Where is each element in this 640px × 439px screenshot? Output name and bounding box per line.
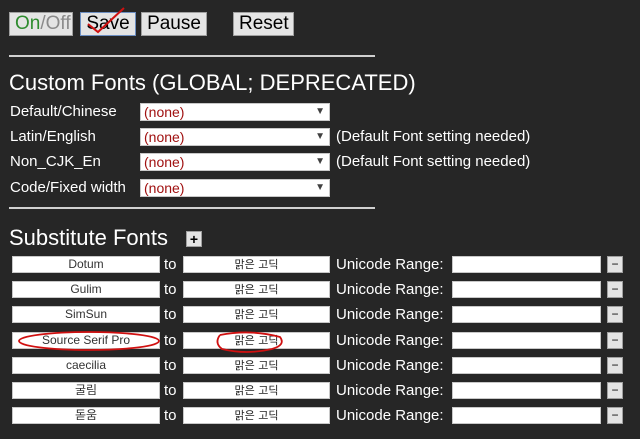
- custom-font-label: Latin/English: [10, 128, 96, 145]
- target-font-input[interactable]: 맑은 고딕: [183, 332, 330, 349]
- unicode-range-input[interactable]: [452, 306, 601, 323]
- select-value: (none): [144, 129, 185, 145]
- source-font-input[interactable]: Dotum: [12, 256, 160, 273]
- pause-button[interactable]: Pause: [141, 12, 207, 36]
- to-label: to: [164, 332, 177, 349]
- latin-english-select[interactable]: (none) ▼: [140, 128, 330, 146]
- to-label: to: [164, 382, 177, 399]
- unicode-range-label: Unicode Range:: [336, 256, 444, 273]
- remove-row-button[interactable]: −: [607, 256, 623, 273]
- unicode-range-input[interactable]: [452, 382, 601, 399]
- remove-row-button[interactable]: −: [607, 281, 623, 298]
- remove-row-button[interactable]: −: [607, 407, 623, 424]
- dropdown-arrow-icon: ▼: [315, 131, 325, 142]
- to-label: to: [164, 357, 177, 374]
- font-setting-note: (Default Font setting needed): [336, 153, 531, 170]
- target-font-input[interactable]: 맑은 고딕: [183, 382, 330, 399]
- target-font-input[interactable]: 맑은 고딕: [183, 357, 330, 374]
- custom-fonts-title: Custom Fonts (GLOBAL; DEPRECATED): [9, 70, 416, 95]
- target-font-input[interactable]: 맑은 고딕: [183, 281, 330, 298]
- source-font-input[interactable]: 돋움: [12, 407, 160, 424]
- code-fixed-width-select[interactable]: (none) ▼: [140, 179, 330, 197]
- remove-row-button[interactable]: −: [607, 332, 623, 349]
- reset-button[interactable]: Reset: [233, 12, 294, 36]
- divider: [9, 55, 375, 57]
- non-cjk-select[interactable]: (none) ▼: [140, 153, 330, 171]
- source-font-input[interactable]: caecilia: [12, 357, 160, 374]
- select-value: (none): [144, 104, 185, 120]
- save-button[interactable]: Save: [80, 12, 136, 36]
- substitute-row: Dotum to 맑은 고딕 Unicode Range: −: [0, 256, 640, 276]
- to-label: to: [164, 306, 177, 323]
- unicode-range-input[interactable]: [452, 281, 601, 298]
- unicode-range-label: Unicode Range:: [336, 357, 444, 374]
- substitute-row: SimSun to 맑은 고딕 Unicode Range: −: [0, 306, 640, 326]
- substitute-row: 굴림 to 맑은 고딕 Unicode Range: −: [0, 382, 640, 402]
- source-font-input[interactable]: Gulim: [12, 281, 160, 298]
- dropdown-arrow-icon: ▼: [315, 156, 325, 167]
- custom-font-label: Default/Chinese: [10, 103, 117, 120]
- unicode-range-label: Unicode Range:: [336, 382, 444, 399]
- select-value: (none): [144, 180, 185, 196]
- substitute-row: 돋움 to 맑은 고딕 Unicode Range: −: [0, 407, 640, 427]
- dropdown-arrow-icon: ▼: [315, 182, 325, 193]
- font-setting-note: (Default Font setting needed): [336, 128, 531, 145]
- to-label: to: [164, 407, 177, 424]
- dropdown-arrow-icon: ▼: [315, 106, 325, 117]
- target-font-input[interactable]: 맑은 고딕: [183, 306, 330, 323]
- custom-font-label: Non_CJK_En: [10, 153, 101, 170]
- substitute-fonts-title: Substitute Fonts: [9, 225, 168, 250]
- source-font-input[interactable]: Source Serif Pro: [12, 332, 160, 349]
- add-substitute-button[interactable]: +: [186, 231, 202, 247]
- remove-row-button[interactable]: −: [607, 357, 623, 374]
- unicode-range-input[interactable]: [452, 256, 601, 273]
- target-font-input[interactable]: 맑은 고딕: [183, 407, 330, 424]
- target-font-input[interactable]: 맑은 고딕: [183, 256, 330, 273]
- on-off-button[interactable]: On/Off: [9, 12, 73, 36]
- unicode-range-label: Unicode Range:: [336, 306, 444, 323]
- source-font-input[interactable]: SimSun: [12, 306, 160, 323]
- substitute-row: Source Serif Pro to 맑은 고딕 Unicode Range:…: [0, 332, 640, 352]
- unicode-range-input[interactable]: [452, 357, 601, 374]
- off-label: Off: [45, 13, 71, 34]
- divider: [9, 207, 375, 209]
- unicode-range-label: Unicode Range:: [336, 407, 444, 424]
- substitute-row: caecilia to 맑은 고딕 Unicode Range: −: [0, 357, 640, 377]
- to-label: to: [164, 256, 177, 273]
- source-font-input[interactable]: 굴림: [12, 382, 160, 399]
- unicode-range-label: Unicode Range:: [336, 281, 444, 298]
- custom-font-label: Code/Fixed width: [10, 179, 126, 196]
- on-label: On: [15, 13, 41, 34]
- unicode-range-input[interactable]: [452, 407, 601, 424]
- substitute-row: Gulim to 맑은 고딕 Unicode Range: −: [0, 281, 640, 301]
- to-label: to: [164, 281, 177, 298]
- remove-row-button[interactable]: −: [607, 382, 623, 399]
- unicode-range-label: Unicode Range:: [336, 332, 444, 349]
- select-value: (none): [144, 154, 185, 170]
- unicode-range-input[interactable]: [452, 332, 601, 349]
- remove-row-button[interactable]: −: [607, 306, 623, 323]
- default-chinese-select[interactable]: (none) ▼: [140, 103, 330, 121]
